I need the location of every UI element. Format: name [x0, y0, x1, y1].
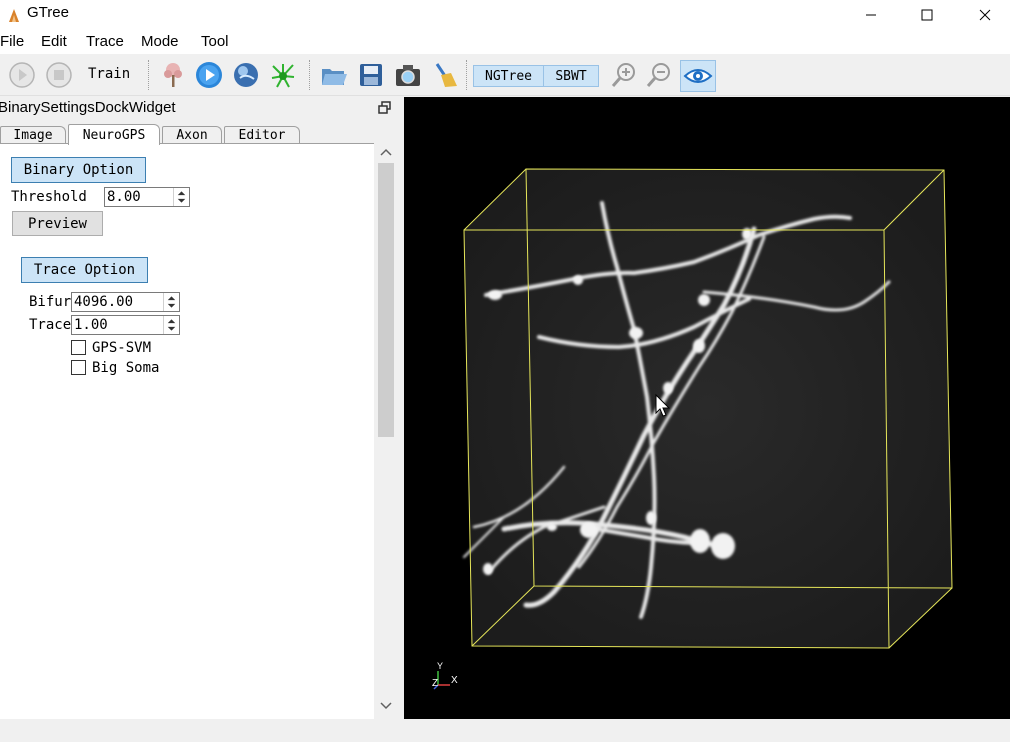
tab-editor[interactable]: Editor: [224, 126, 300, 144]
menu-file[interactable]: File: [0, 33, 24, 50]
threshold-label: Threshold: [11, 189, 87, 205]
tab-axon[interactable]: Axon: [162, 126, 222, 144]
stop-icon: [46, 62, 72, 88]
zoom-out-button[interactable]: [644, 60, 674, 90]
zoom-in-button[interactable]: [609, 60, 639, 90]
toolbar-separator: [466, 60, 468, 90]
axis-label-x: X: [451, 675, 458, 686]
clear-button[interactable]: [430, 60, 460, 90]
screenshot-button[interactable]: [393, 60, 423, 90]
menu-trace[interactable]: Trace: [86, 33, 124, 50]
menu-tool[interactable]: Tool: [201, 33, 229, 50]
bifur-spinbox[interactable]: 4096.00: [71, 292, 180, 312]
globe-icon: [234, 63, 258, 87]
spin-arrows-icon[interactable]: [163, 316, 179, 334]
save-button[interactable]: [356, 60, 386, 90]
view-toggle-button[interactable]: [680, 60, 716, 92]
maximize-button[interactable]: [904, 0, 950, 30]
play-icon: [9, 62, 35, 88]
maximize-icon: [921, 9, 933, 21]
run-button[interactable]: [194, 60, 224, 90]
neuron-icon: [271, 64, 295, 88]
bifur-value: 4096.00: [74, 294, 134, 310]
threshold-spinbox[interactable]: 8.00: [104, 187, 190, 207]
tree-icon: [164, 63, 182, 87]
eye-icon: [683, 69, 713, 83]
trace-label: Trace: [29, 317, 72, 333]
axis-label-y: Y: [437, 661, 443, 671]
minimize-button[interactable]: [848, 0, 894, 30]
trace-value: 1.00: [74, 317, 108, 333]
toolbar-separator: [148, 60, 150, 90]
tab-image[interactable]: Image: [0, 126, 66, 144]
spin-arrows-icon[interactable]: [173, 188, 189, 206]
minimize-icon: [866, 14, 876, 16]
neurogps-panel: Binary Option Threshold 8.00 Preview Tra…: [0, 143, 374, 719]
tab-bar: Image NeuroGPS Axon Editor: [0, 122, 402, 145]
menu-edit[interactable]: Edit: [41, 33, 67, 50]
zoom-in-icon: [611, 63, 635, 87]
status-bar: [0, 720, 1010, 742]
run-icon: [196, 62, 222, 88]
binary-option-button[interactable]: Binary Option: [11, 157, 146, 183]
sbwt-button[interactable]: SBWT: [543, 65, 599, 87]
dock-title-bar: BinarySettingsDockWidget: [0, 97, 402, 119]
volume-render[interactable]: Y Z X: [404, 97, 1010, 719]
zoom-out-icon: [646, 63, 670, 87]
toolbar: Train NGTree SBWT: [0, 54, 1010, 96]
preview-button[interactable]: Preview: [12, 211, 103, 236]
neuron-button[interactable]: [268, 60, 298, 90]
app-icon: [9, 9, 19, 22]
broom-icon: [435, 63, 457, 87]
train-button[interactable]: Train: [88, 66, 130, 82]
menu-bar: File Edit Trace Mode Tool: [0, 30, 1010, 54]
dock-title: BinarySettingsDockWidget: [0, 99, 176, 116]
gps-svm-checkbox[interactable]: [71, 340, 86, 355]
trace-spinbox[interactable]: 1.00: [71, 315, 180, 335]
big-soma-label: Big Soma: [92, 360, 160, 376]
axis-label-z: Z: [432, 678, 438, 689]
camera-icon: [396, 65, 420, 86]
title-bar: GTree: [0, 0, 1010, 30]
toolbar-separator: [309, 60, 311, 90]
scroll-up-icon[interactable]: [380, 147, 392, 157]
window-title: GTree: [27, 4, 69, 21]
scrollbar-thumb[interactable]: [378, 163, 394, 437]
volume-view[interactable]: Y Z X: [404, 97, 1010, 719]
stop-button[interactable]: [44, 60, 74, 90]
close-icon: [979, 9, 991, 21]
spin-arrows-icon[interactable]: [163, 293, 179, 311]
open-folder-icon: [322, 69, 347, 85]
threshold-value: 8.00: [107, 189, 141, 205]
close-button[interactable]: [962, 0, 1008, 30]
gps-svm-label: GPS-SVM: [92, 340, 152, 356]
bifur-label: Bifur: [29, 294, 72, 310]
tab-neurogps[interactable]: NeuroGPS: [68, 124, 160, 145]
tree-button[interactable]: [158, 60, 188, 90]
float-icon[interactable]: [378, 101, 392, 115]
panel-scrollbar[interactable]: [374, 143, 398, 719]
axis-gizmo: Y Z X: [432, 661, 458, 690]
play-button[interactable]: [7, 60, 37, 90]
trace-option-button[interactable]: Trace Option: [21, 257, 148, 283]
big-soma-checkbox[interactable]: [71, 360, 86, 375]
menu-mode[interactable]: Mode: [141, 33, 179, 50]
ngtree-button[interactable]: NGTree: [473, 65, 544, 87]
open-button[interactable]: [319, 60, 349, 90]
volume-block: [464, 169, 952, 648]
scroll-down-icon[interactable]: [380, 701, 392, 711]
globe-button[interactable]: [231, 60, 261, 90]
save-icon: [360, 64, 382, 86]
